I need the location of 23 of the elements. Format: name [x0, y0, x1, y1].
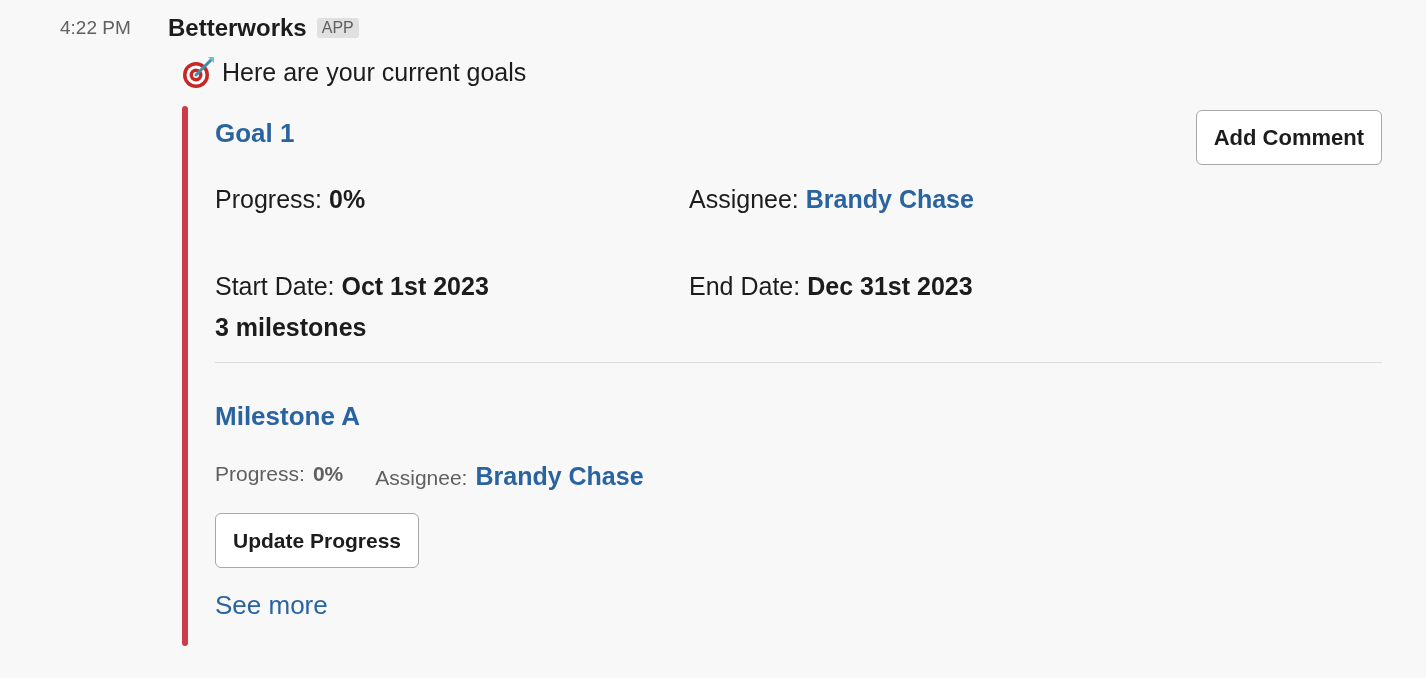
- goal-title-link[interactable]: Goal 1: [215, 118, 295, 149]
- field-value: 0%: [312, 462, 344, 486]
- see-more-link[interactable]: See more: [215, 590, 328, 621]
- assignee-link[interactable]: Brandy Chase: [475, 462, 644, 491]
- field-label: Progress:: [215, 185, 322, 214]
- field-label: Assignee:: [689, 185, 799, 214]
- field-value: Oct 1st 2023: [341, 272, 489, 301]
- message-time: 4:22 PM: [60, 17, 132, 39]
- sender-name[interactable]: Betterworks: [168, 14, 307, 42]
- field-label: Progress:: [215, 462, 305, 486]
- app-badge: APP: [316, 18, 359, 38]
- update-progress-button[interactable]: Update Progress: [215, 513, 420, 568]
- field-value: Dec 31st 2023: [807, 272, 973, 301]
- milestone-count: 3 milestones: [215, 313, 367, 342]
- field-label: Start Date:: [215, 272, 335, 301]
- field-value: 0%: [329, 185, 366, 214]
- field-label: End Date:: [689, 272, 801, 301]
- add-comment-button[interactable]: Add Comment: [1195, 110, 1382, 165]
- assignee-link[interactable]: Brandy Chase: [805, 185, 974, 214]
- target-dart-icon: [182, 55, 216, 89]
- field-label: Assignee:: [375, 466, 468, 490]
- message-text: Here are your current goals: [222, 57, 527, 87]
- milestone-title-link[interactable]: Milestone A: [215, 401, 360, 432]
